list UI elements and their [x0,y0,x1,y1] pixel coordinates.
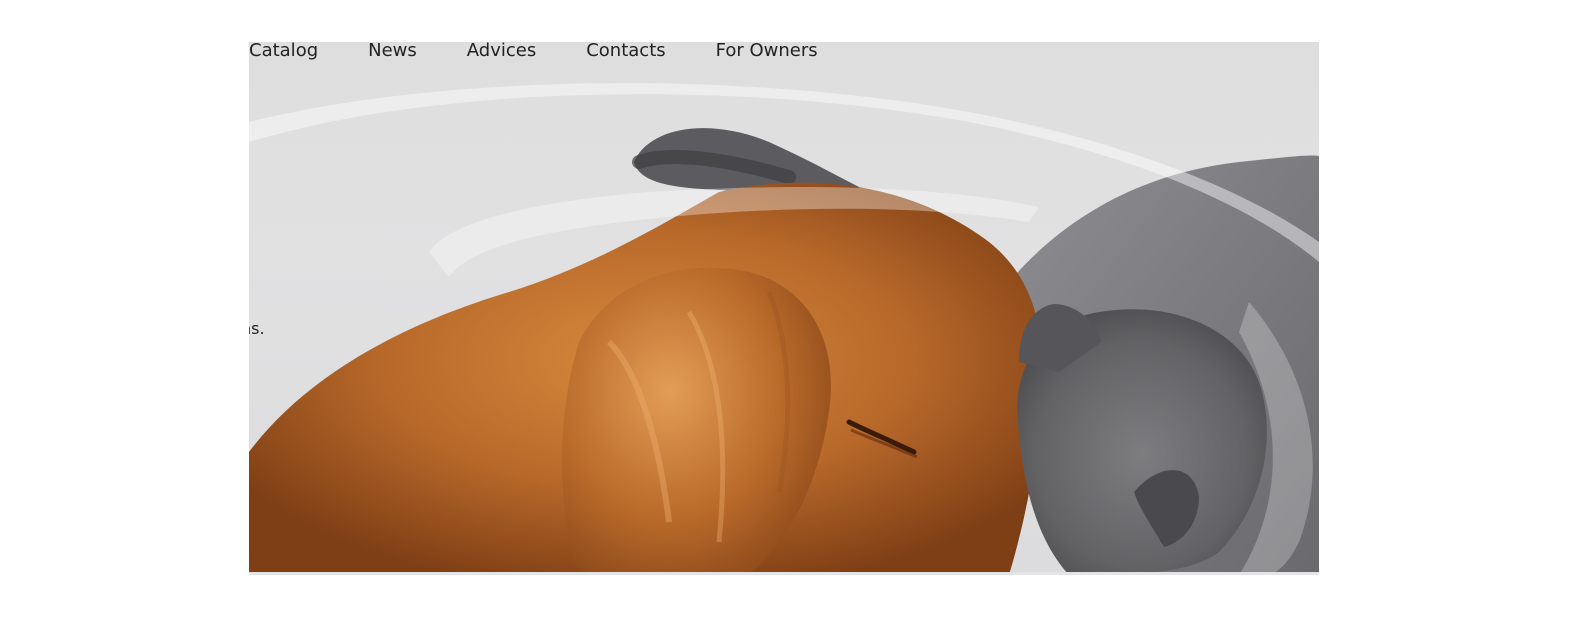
nav-item-contacts[interactable]: Contacts [586,42,665,63]
nav-item-catalog[interactable]: Catalog [249,42,318,63]
hero-text-fragment: ns. [249,319,265,338]
hero-bottom-border [249,572,1319,575]
nav-item-advices[interactable]: Advices [467,42,536,63]
nav-item-news[interactable]: News [368,42,417,63]
main-navigation: Catalog News Advices Contacts For Owners [249,42,818,63]
hero-banner: Catalog News Advices Contacts For Owners… [249,42,1319,575]
hero-photo [249,83,1319,575]
nav-item-for-owners[interactable]: For Owners [716,42,818,63]
